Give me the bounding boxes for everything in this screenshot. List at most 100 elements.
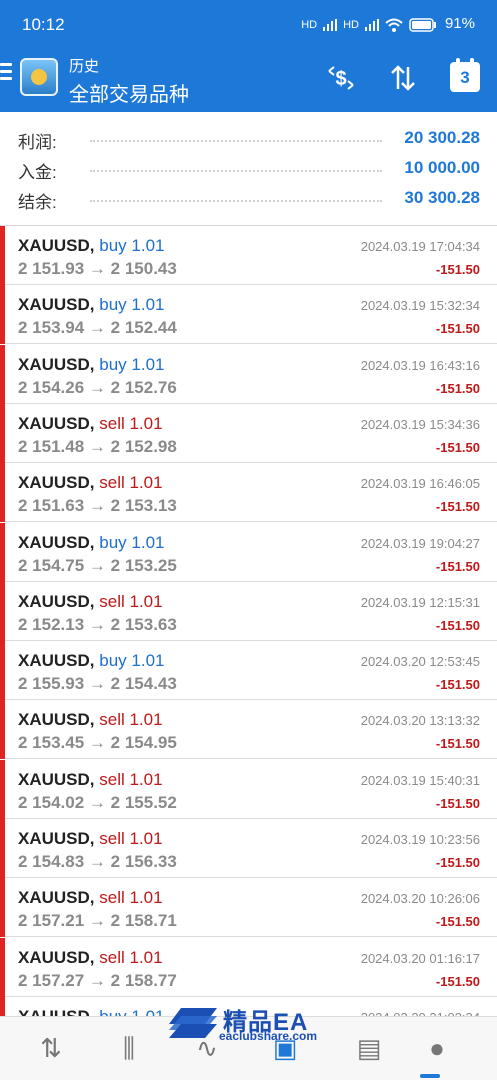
arrow-icon: → bbox=[88, 436, 106, 456]
open-price: 2 151.63 bbox=[18, 496, 85, 516]
loss-indicator bbox=[0, 285, 5, 345]
trade-row[interactable]: XAUUSD, sell 1.01 2 151.63 → 2 153.13 2024… bbox=[0, 463, 497, 523]
trade-row[interactable]: XAUUSD, sell 1.01 2 151.48 → 2 152.98 2024… bbox=[0, 403, 497, 463]
trade-volume: 1.01 bbox=[129, 413, 163, 433]
trade-symbol: XAUUSD, buy 1.01 bbox=[18, 533, 165, 553]
summary-value: 10 000.00 bbox=[404, 158, 480, 177]
close-price: 2 155.52 bbox=[110, 792, 177, 812]
arrow-icon: → bbox=[88, 318, 106, 338]
trade-symbol: XAUUSD, buy 1.01 bbox=[18, 355, 165, 375]
open-price: 2 155.93 bbox=[18, 674, 85, 694]
arrow-icon: → bbox=[88, 496, 106, 516]
trade-row[interactable]: XAUUSD, buy 1.01 2 155.93 → 2 154.43 2024.… bbox=[0, 641, 497, 701]
trade-symbol: XAUUSD, buy 1.01 bbox=[18, 651, 165, 671]
arrow-icon: → bbox=[88, 792, 106, 812]
status-icons: HD HD bbox=[301, 17, 437, 33]
trade-type: sell bbox=[99, 473, 125, 493]
trade-volume: 1.01 bbox=[129, 473, 163, 493]
trade-time: 2024.03.19 15:40:31 bbox=[360, 772, 480, 788]
trade-row[interactable]: XAUUSD, sell 1.01 2 157.27 → 2 158.77 2024… bbox=[0, 937, 497, 997]
trade-type: sell bbox=[99, 947, 125, 967]
trade-row[interactable]: XAUUSD, sell 1.01 2 152.13 → 2 153.63 2024… bbox=[0, 581, 497, 641]
close-price: 2 154.95 bbox=[110, 733, 177, 753]
trade-prices: 2 154.02 → 2 155.52 bbox=[18, 793, 177, 813]
deposit-filter-icon[interactable]: $ bbox=[325, 62, 357, 94]
trade-symbol: XAUUSD, buy 1.01 bbox=[18, 236, 165, 256]
summary-panel: 利润: 20 300.28 入金: 10 000.00 结余: 30 300.2… bbox=[0, 112, 497, 226]
nav-chart[interactable]: ⫼ bbox=[112, 1031, 146, 1065]
chat-icon: ● bbox=[429, 1033, 445, 1063]
nav-news[interactable]: ▤ bbox=[352, 1031, 386, 1065]
trade-profit: -151.50 bbox=[435, 677, 480, 693]
symbol-name: XAUUSD, bbox=[18, 769, 95, 789]
trade-type: sell bbox=[99, 413, 125, 433]
arrow-icon: → bbox=[88, 614, 106, 634]
close-price: 2 152.76 bbox=[110, 377, 177, 397]
trade-row[interactable]: XAUUSD, sell 1.01 2 154.83 → 2 156.33 2024… bbox=[0, 819, 497, 878]
trade-row[interactable]: XAUUSD, sell 1.01 2 154.02 → 2 155.52 2024… bbox=[0, 759, 497, 819]
trade-prices: 2 153.45 → 2 154.95 bbox=[18, 733, 177, 753]
trade-time: 2024.03.19 19:04:27 bbox=[360, 535, 480, 551]
trade-prices: 2 151.63 → 2 153.13 bbox=[18, 496, 177, 516]
trade-row[interactable]: XAUUSD, buy 1.01 2 153.94 → 2 152.44 2024.… bbox=[0, 285, 497, 345]
nav-chat[interactable]: ● bbox=[420, 1031, 454, 1065]
trade-volume: 1.01 bbox=[129, 947, 163, 967]
close-price: 2 152.98 bbox=[110, 436, 177, 456]
open-price: 2 154.02 bbox=[18, 792, 85, 812]
close-price: 2 153.13 bbox=[110, 496, 177, 516]
signal-icon bbox=[323, 19, 338, 31]
trade-symbol: XAUUSD, sell 1.01 bbox=[18, 414, 163, 434]
symbol-name: XAUUSD, bbox=[18, 236, 95, 255]
status-bar: 10:12 HD HD 91% bbox=[0, 0, 497, 48]
close-price: 2 154.43 bbox=[110, 674, 177, 694]
sort-icon[interactable] bbox=[387, 62, 419, 94]
arrow-icon: → bbox=[88, 377, 106, 397]
loss-indicator bbox=[0, 937, 5, 997]
arrow-icon: → bbox=[88, 555, 106, 575]
open-price: 2 154.26 bbox=[18, 377, 85, 397]
trade-history-list[interactable]: XAUUSD, buy 1.01 2 151.93 → 2 150.43 2024.… bbox=[0, 226, 497, 1016]
arrow-icon: → bbox=[88, 259, 106, 278]
symbol-name: XAUUSD, bbox=[18, 1007, 95, 1016]
candles-icon: ⫼ bbox=[123, 1033, 135, 1063]
summary-value: 20 300.28 bbox=[404, 128, 480, 147]
trade-type: sell bbox=[99, 769, 125, 789]
trade-type: buy bbox=[99, 236, 127, 255]
trade-row[interactable]: XAUUSD, sell 1.01 2 153.45 → 2 154.95 2024… bbox=[0, 700, 497, 760]
open-price: 2 151.93 bbox=[18, 259, 85, 278]
trade-profit: -151.50 bbox=[435, 321, 480, 337]
trade-volume: 1.01 bbox=[131, 295, 165, 315]
nav-quotes[interactable]: ⇅ bbox=[34, 1031, 68, 1065]
summary-profit: 利润: 20 300.28 bbox=[18, 124, 480, 154]
trade-time: 2024.03.19 15:34:36 bbox=[360, 416, 480, 432]
trade-symbol: XAUUSD, sell 1.01 bbox=[18, 473, 163, 493]
trade-row[interactable]: XAUUSD, buy 1.01 2 154.26 → 2 152.76 2024.… bbox=[0, 344, 497, 404]
trade-prices: 2 152.13 → 2 153.63 bbox=[18, 615, 177, 635]
trade-profit: -151.50 bbox=[435, 499, 480, 515]
close-price: 2 158.71 bbox=[110, 911, 177, 931]
trade-time: 2024.03.20 10:26:06 bbox=[360, 891, 480, 907]
status-time: 10:12 bbox=[22, 15, 65, 34]
calendar-icon[interactable]: 3 bbox=[450, 58, 480, 92]
open-price: 2 152.13 bbox=[18, 614, 85, 634]
trade-prices: 2 154.83 → 2 156.33 bbox=[18, 852, 177, 872]
trade-type: sell bbox=[99, 829, 125, 848]
trade-row[interactable]: XAUUSD, buy 1.01 2 151.93 → 2 150.43 2024.… bbox=[0, 226, 497, 285]
menu-icon[interactable] bbox=[0, 63, 14, 83]
trade-time: 2024.03.20 01:16:17 bbox=[360, 950, 480, 966]
trade-volume: 1.01 bbox=[131, 354, 165, 374]
page-title[interactable]: 全部交易品种 bbox=[69, 78, 189, 107]
trade-type: buy bbox=[99, 295, 127, 315]
loss-indicator bbox=[0, 819, 5, 878]
loss-indicator bbox=[0, 878, 5, 938]
trade-prices: 2 153.94 → 2 152.44 bbox=[18, 318, 177, 338]
symbol-name: XAUUSD, bbox=[18, 413, 95, 433]
trade-symbol: XAUUSD, sell 1.01 bbox=[18, 948, 163, 968]
loss-indicator bbox=[0, 403, 5, 463]
symbol-name: XAUUSD, bbox=[18, 532, 95, 552]
trade-profit: -151.50 bbox=[435, 617, 480, 633]
trade-type: buy bbox=[99, 1007, 126, 1016]
signal-hd-1: HD bbox=[301, 19, 318, 31]
trade-row[interactable]: XAUUSD, buy 1.01 2 154.75 → 2 153.25 2024.… bbox=[0, 522, 497, 582]
trade-row[interactable]: XAUUSD, sell 1.01 2 157.21 → 2 158.71 2024… bbox=[0, 878, 497, 938]
